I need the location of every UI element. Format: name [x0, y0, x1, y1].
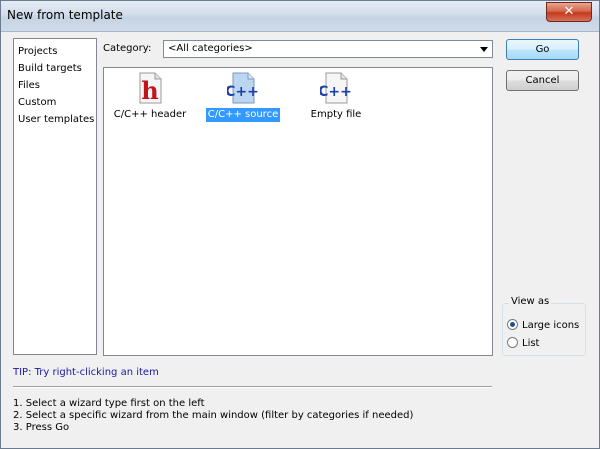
wizard-item-user-templates[interactable]: User templates	[18, 111, 96, 128]
c-header-file-icon: h	[134, 72, 166, 105]
empty-file-icon: C++	[318, 72, 352, 104]
radio-unchecked-icon[interactable]	[507, 336, 518, 348]
instruction-line: 1. Select a wizard type first on the lef…	[13, 398, 205, 409]
instructions: 1. Select a wizard type first on the lef…	[13, 398, 413, 434]
large-icons-radio[interactable]: Large icons	[507, 318, 580, 333]
radio-checked-icon[interactable]	[507, 318, 518, 330]
wizard-type-list[interactable]: Projects Build targets Files Custom User…	[13, 38, 97, 355]
template-item-c-source[interactable]: C++ C/C++ source	[201, 68, 285, 122]
template-item-c-header[interactable]: h C/C++ header	[108, 68, 192, 122]
list-label: List	[522, 338, 540, 349]
view-as-group: View as Large icons List	[502, 296, 586, 356]
cancel-button[interactable]: Cancel	[506, 70, 579, 91]
tip-text: TIP: Try right-clicking an item	[13, 367, 159, 378]
dialog-window: New from template ✕ Projects Build targe…	[0, 0, 600, 449]
close-button[interactable]: ✕	[546, 2, 592, 22]
dialog-body: Projects Build targets Files Custom User…	[9, 32, 591, 442]
wizard-item-projects[interactable]: Projects	[18, 43, 96, 60]
list-radio[interactable]: List	[507, 336, 540, 351]
template-panel[interactable]: h C/C++ header C++ C/C++ source C++ Empt…	[103, 67, 493, 356]
template-label: C/C++ header	[113, 109, 187, 120]
go-button[interactable]: Go	[506, 39, 579, 60]
template-label: C/C++ source	[205, 108, 281, 122]
category-label: Category:	[103, 43, 152, 54]
title-bar[interactable]: New from template ✕	[1, 1, 599, 32]
large-icons-label: Large icons	[522, 320, 580, 331]
template-label: Empty file	[310, 109, 362, 120]
svg-text:C++: C++	[320, 84, 352, 100]
wizard-item-build-targets[interactable]: Build targets	[18, 60, 96, 77]
instruction-line: 3. Press Go	[13, 422, 70, 433]
wizard-item-files[interactable]: Files	[18, 77, 96, 94]
instruction-line: 2. Select a specific wizard from the mai…	[13, 410, 414, 421]
category-value: <All categories>	[168, 43, 253, 54]
close-icon: ✕	[563, 4, 575, 19]
svg-text:h: h	[141, 76, 158, 104]
wizard-item-custom[interactable]: Custom	[18, 94, 96, 111]
view-as-legend: View as	[509, 296, 552, 307]
category-dropdown[interactable]: <All categories>	[163, 40, 493, 58]
chevron-down-icon	[480, 47, 488, 52]
template-item-empty-file[interactable]: C++ Empty file	[294, 68, 378, 122]
separator	[13, 386, 492, 388]
c-source-file-icon: C++	[225, 72, 259, 104]
window-title: New from template	[7, 8, 123, 22]
svg-text:C++: C++	[227, 84, 259, 100]
